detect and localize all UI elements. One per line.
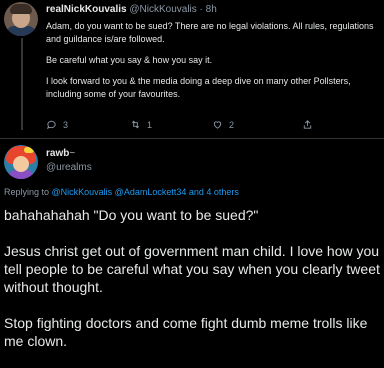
tweet-paragraph: Adam, do you want to be sued? There are … (46, 21, 374, 44)
avatar[interactable] (4, 2, 38, 36)
display-name[interactable]: rawb~ (46, 148, 75, 159)
tweet-actions: 3 1 2 (42, 119, 372, 133)
tweet-body: Adam, do you want to be sued? There are … (46, 20, 378, 109)
replying-to-others[interactable]: and 4 others (186, 187, 239, 197)
reply-button[interactable]: 3 (46, 119, 68, 130)
display-name[interactable]: realNickKouvalis (46, 4, 127, 15)
tweet-paragraph: Stop fighting doctors and come fight dum… (4, 315, 368, 349)
parent-tweet[interactable]: realNickKouvalis @NickKouvalis · 8h Adam… (0, 0, 384, 140)
tweet-paragraph: Be careful what you say & how you say it… (46, 55, 213, 65)
reply-tweet-body: bahahahahah "Do you want to be sued?" Je… (4, 206, 382, 368)
retweet-button[interactable]: 1 (130, 119, 152, 130)
replying-to: Replying to @NickKouvalis @AdamLockett34… (4, 187, 239, 197)
replying-to-mentions[interactable]: @NickKouvalis @AdamLockett34 (52, 187, 187, 197)
display-name-text: rawb (46, 148, 70, 159)
retweet-icon (131, 120, 140, 129)
divider (0, 138, 384, 139)
replying-to-label: Replying to (4, 187, 52, 197)
share-icon (303, 120, 312, 129)
tweet-paragraph: I look forward to you & the media doing … (46, 76, 351, 99)
name-suffix: ~ (69, 148, 76, 159)
like-button[interactable]: 2 (212, 119, 234, 130)
handle[interactable]: @urealms (46, 162, 92, 173)
avatar[interactable] (4, 145, 38, 179)
reply-count: 3 (63, 119, 69, 130)
share-button[interactable] (302, 119, 313, 130)
retweet-count: 1 (147, 119, 153, 130)
heart-icon (213, 121, 222, 129)
like-count: 2 (229, 119, 235, 130)
tweet-paragraph: bahahahahah "Do you want to be sued?" (4, 207, 259, 223)
tweet-paragraph: Jesus christ get out of government man c… (4, 243, 380, 295)
reply-icon (46, 120, 56, 130)
handle-time[interactable]: @NickKouvalis · 8h (129, 4, 216, 15)
tweet-header: realNickKouvalis @NickKouvalis · 8h (46, 4, 217, 15)
